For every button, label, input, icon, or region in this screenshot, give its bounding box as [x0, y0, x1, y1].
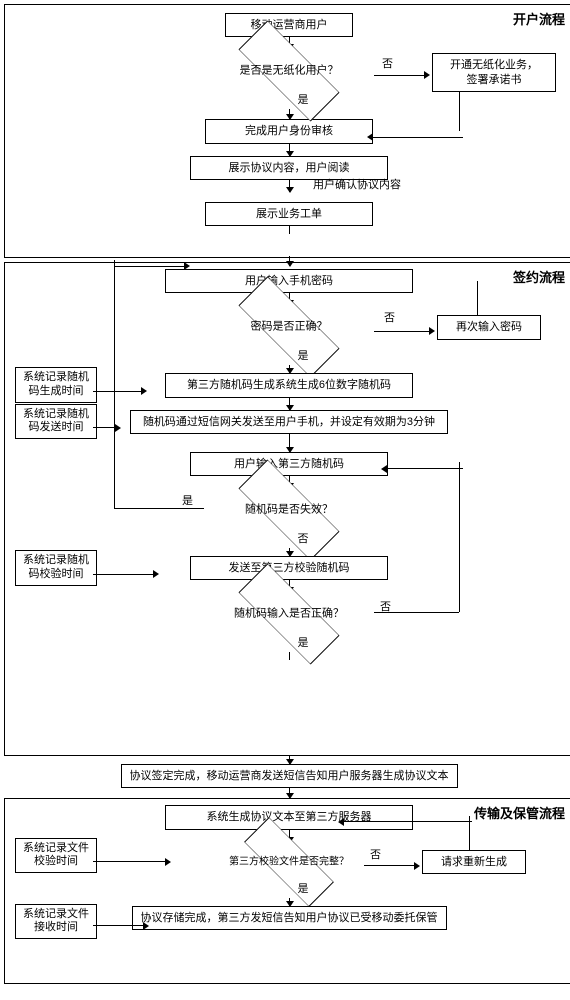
workorder-box: 展示业务工单	[205, 202, 373, 226]
decision-paperless: 是否是无纸化用户？	[204, 51, 374, 91]
label-yes: 是	[298, 634, 309, 650]
arrow	[289, 788, 290, 798]
label-yes: 是	[298, 347, 309, 363]
decision-pwd: 密码是否正确？	[204, 307, 374, 347]
side-gen-time: 系统记录随机码生成时间	[15, 367, 97, 403]
paperless-box: 开通无纸化业务， 签署承诺书	[432, 53, 556, 92]
arrow	[289, 180, 290, 192]
label-no: 否	[298, 530, 309, 546]
repwd-box: 再次输入密码	[437, 315, 541, 339]
merge-line	[367, 131, 463, 143]
arrow	[289, 144, 290, 156]
send-code-box: 随机码通过短信网关发送至用户手机，并设定有效期为3分钟	[130, 410, 448, 434]
side-check-time: 系统记录随机码校验时间	[15, 550, 97, 586]
check-code-box: 发送至第三方校验随机码	[190, 556, 388, 580]
start-box: 移动运营商用户	[225, 13, 353, 37]
input-pwd-box: 用户输入手机密码	[165, 269, 413, 293]
arrow	[289, 548, 290, 556]
section-open: 开户流程 移动运营商用户 是否是无纸化用户？ 否 开通无纸化业务， 签署承诺书 …	[4, 4, 570, 258]
verify-box: 完成用户身份审核	[205, 119, 373, 143]
side-send-time: 系统记录随机码发送时间	[15, 404, 97, 440]
arrow	[289, 756, 290, 764]
sign-done-box: 协议签定完成，移动运营商发送短信告知用户服务器生成协议文本	[121, 764, 458, 788]
rereq-box: 请求重新生成	[422, 850, 526, 874]
confirm-label: 用户确认协议内容	[313, 176, 401, 192]
section-sign: 签约流程 用户输入手机密码 密码是否正确？ 否 再次输入密码 是 系统记录随机码…	[4, 262, 570, 756]
section-store: 传输及保管流程 系统生成协议文本至第三方服务器 系统记录文件校验时间 第三方校验…	[4, 798, 570, 984]
merge-line	[459, 91, 460, 131]
arrow	[289, 652, 290, 660]
arrow	[289, 365, 290, 373]
label-yes: 是	[298, 880, 309, 896]
stored-box: 协议存储完成，第三方发短信告知用户协议已受移动委托保管	[132, 906, 447, 930]
arrow	[289, 898, 290, 906]
arrow	[289, 109, 290, 119]
side-recv-time: 系统记录文件接收时间	[15, 904, 97, 940]
arrow	[289, 398, 290, 410]
gen-code-box: 第三方随机码生成系统生成6位数字随机码	[165, 373, 413, 397]
side-file-check: 系统记录文件校验时间	[15, 838, 97, 874]
label-no: 否	[384, 309, 395, 325]
label-yes: 是	[298, 91, 309, 107]
arrow	[289, 226, 290, 234]
decision-expired: 随机码是否失效？	[204, 490, 374, 530]
input-code-box: 用户输入第三方随机码	[190, 452, 388, 476]
decision-code-ok: 随机码输入是否正确？	[204, 594, 374, 634]
label-yes: 是	[182, 492, 193, 508]
decision-file: 第三方校验文件是否完整？	[214, 844, 364, 880]
arrow	[289, 434, 290, 452]
